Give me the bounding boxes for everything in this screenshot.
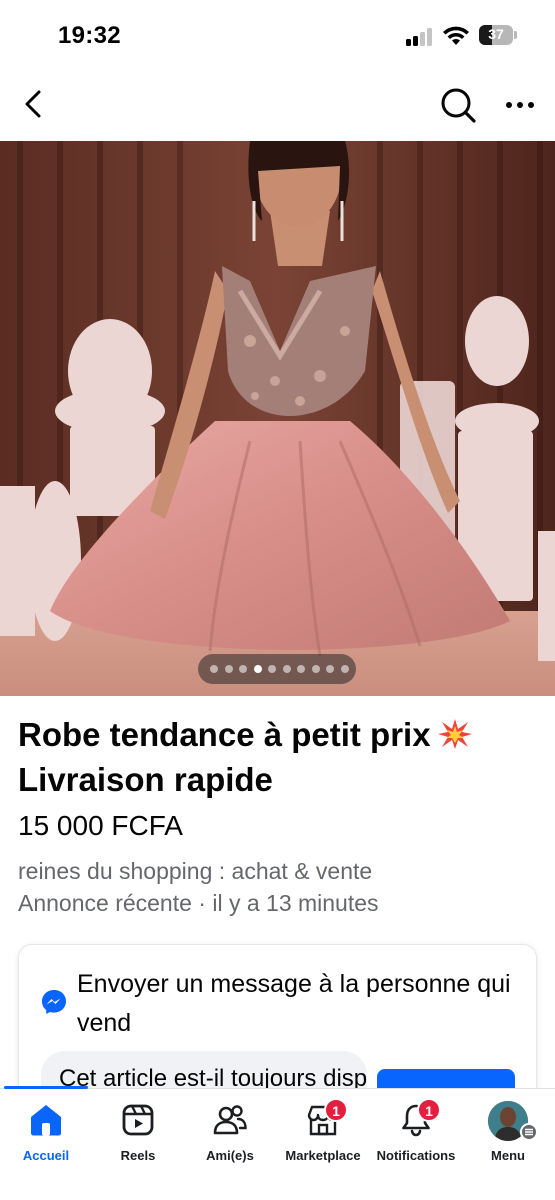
back-button[interactable] <box>14 84 54 124</box>
menu-hamburger-icon <box>520 1123 538 1141</box>
listing-photo[interactable] <box>0 141 555 696</box>
more-options-button[interactable] <box>500 88 540 122</box>
notifications-badge: 1 <box>417 1098 441 1122</box>
home-icon <box>31 1105 61 1136</box>
message-card-title: Envoyer un message à la personne qui ven… <box>77 970 511 1037</box>
tab-reels[interactable]: Reels <box>92 1089 184 1179</box>
wifi-icon <box>443 26 469 45</box>
chevron-left-icon <box>25 90 41 118</box>
pager-dot <box>340 665 349 673</box>
pager-dot <box>297 665 305 673</box>
status-bar: 19:32 37 <box>0 0 555 72</box>
tab-label: Accueil <box>22 1148 70 1163</box>
tab-label: Reels <box>120 1148 156 1163</box>
top-nav <box>0 72 555 140</box>
collision-emoji-icon <box>437 719 472 749</box>
tab-home[interactable]: Accueil <box>0 1089 92 1179</box>
pager-dot <box>326 665 334 673</box>
image-pager[interactable] <box>198 654 356 684</box>
tab-menu[interactable]: Menu <box>462 1089 554 1179</box>
pager-dot <box>268 665 276 673</box>
pager-dot <box>239 665 247 673</box>
pager-dot <box>253 665 262 673</box>
listing-title-line2: Livraison rapide <box>18 761 273 798</box>
more-dots-icon <box>506 102 534 108</box>
messenger-icon <box>42 990 66 1014</box>
tab-label: Ami(e)s <box>206 1148 254 1163</box>
search-icon <box>441 88 476 123</box>
search-button[interactable] <box>437 84 479 126</box>
listing-group-link[interactable]: reines du shopping : achat & vente <box>18 858 372 885</box>
battery-level: 37 <box>488 26 504 42</box>
bottom-tab-bar: Accueil Reels Ami(e)s 1 Marketplace 1 No… <box>0 1086 555 1200</box>
reels-icon <box>122 1104 154 1136</box>
marketplace-badge: 1 <box>324 1098 348 1122</box>
pager-dot <box>282 665 291 673</box>
pager-dot <box>311 665 320 673</box>
friends-icon <box>213 1105 247 1135</box>
tab-label: Menu <box>491 1148 525 1163</box>
tab-label: Notifications <box>376 1148 456 1163</box>
listing-title: Robe tendance à petit prix Livraison rap… <box>18 712 543 802</box>
status-time: 19:32 <box>58 22 121 49</box>
battery-icon: 37 <box>479 25 517 45</box>
tab-notifications[interactable]: 1 Notifications <box>370 1089 462 1179</box>
dress-photo-illustration <box>0 141 555 696</box>
cellular-signal-icon <box>406 28 434 46</box>
listing-price: 15 000 FCFA <box>18 810 183 841</box>
listing-meta: Annonce récente · il y a 13 minutes <box>18 890 379 916</box>
tab-friends[interactable]: Ami(e)s <box>184 1089 276 1179</box>
pager-dot <box>210 665 218 673</box>
listing-title-line1: Robe tendance à petit prix <box>18 716 431 753</box>
tab-label: Marketplace <box>285 1148 361 1163</box>
pager-dot <box>224 665 233 673</box>
tab-marketplace[interactable]: 1 Marketplace <box>277 1089 369 1179</box>
